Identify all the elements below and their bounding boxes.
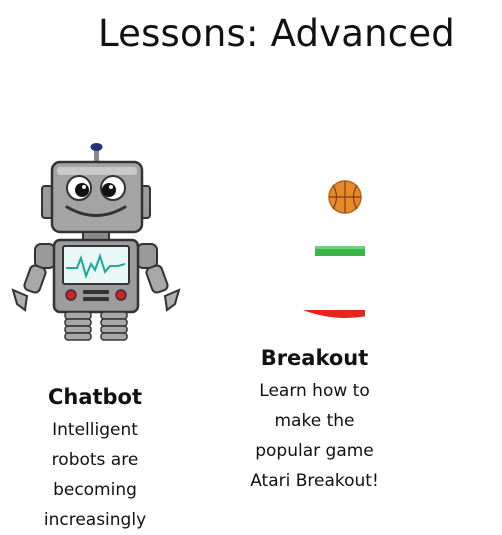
lesson-description: Intelligent robots are becoming increasi… <box>43 420 147 530</box>
lesson-title[interactable]: Chatbot <box>0 385 190 409</box>
robot-icon[interactable] <box>5 140 185 345</box>
lesson-card-chatbot[interactable]: Chatbot Intelligent robots are becoming … <box>0 140 190 535</box>
lesson-card-breakout[interactable]: Breakout Learn how to make the popular g… <box>232 170 397 496</box>
lesson-title[interactable]: Breakout <box>232 346 397 370</box>
page-title: Lessons: Advanced <box>97 12 455 55</box>
breakout-game-icon[interactable] <box>265 170 365 320</box>
lesson-description: Learn how to make the popular game Atari… <box>250 381 379 491</box>
